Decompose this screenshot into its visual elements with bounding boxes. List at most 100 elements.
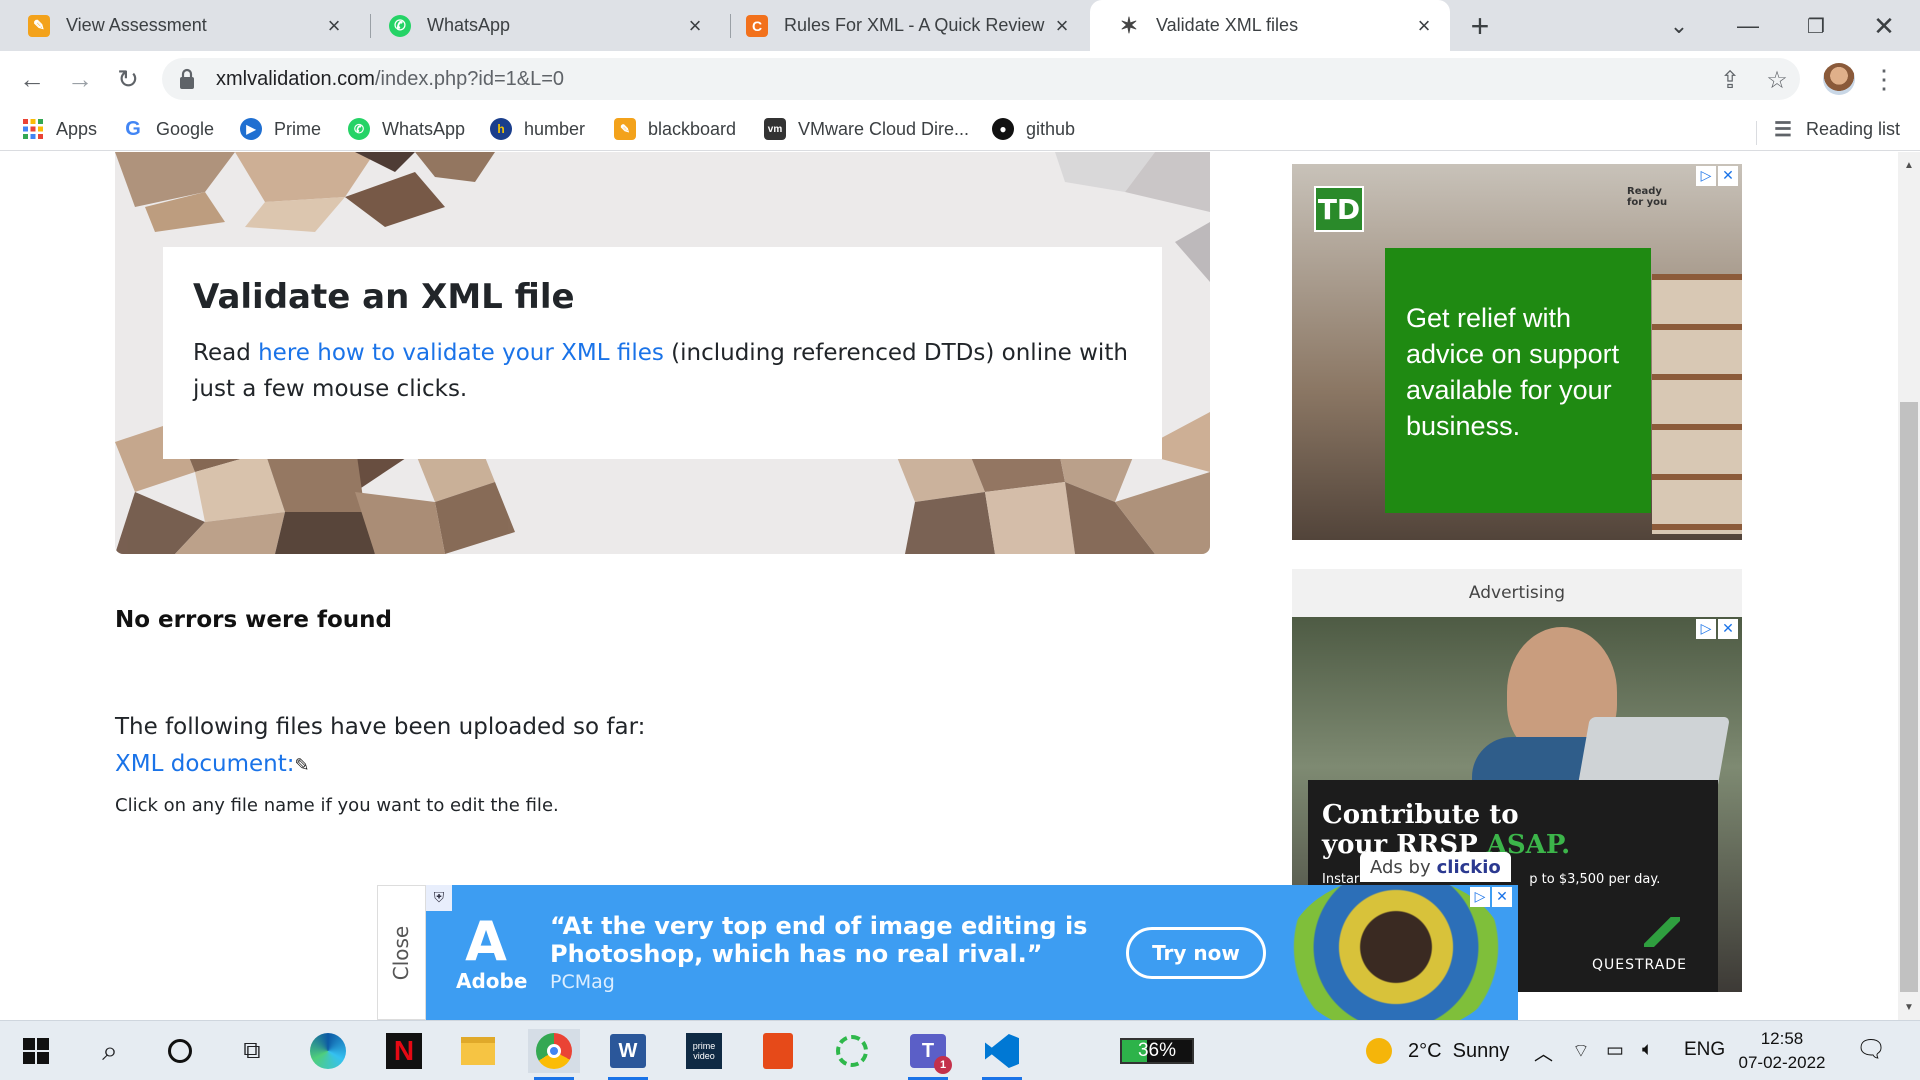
questrade-headline: Contribute to your RRSP ASAP. xyxy=(1322,800,1570,860)
td-advertisement[interactable]: TD Ready for you Get relief with advice … xyxy=(1292,164,1742,540)
ads-by-clickio[interactable]: Ads by clickio xyxy=(1360,852,1511,882)
menu-kebab-icon[interactable]: ⋮ xyxy=(1871,63,1897,95)
bookmark-github[interactable]: ● github xyxy=(992,115,1075,143)
loading-ring-icon[interactable] xyxy=(826,1029,878,1073)
star-bookmark-icon[interactable]: ☆ xyxy=(1762,65,1792,95)
notifications-icon[interactable]: 🗨︎ xyxy=(1856,1035,1886,1064)
ad-close-icon[interactable]: ✕ xyxy=(1718,166,1738,186)
bookmark-vmware[interactable]: vm VMware Cloud Dire... xyxy=(764,115,969,143)
url-host: xmlvalidation.com xyxy=(216,67,375,90)
task-view-icon[interactable]: ⧉ xyxy=(226,1029,278,1073)
bookmark-label: blackboard xyxy=(648,118,737,139)
adchoices-icon[interactable]: ▷ xyxy=(1696,166,1716,186)
adchoices-icon[interactable]: ▷ xyxy=(1470,887,1490,907)
prime-video-icon[interactable]: prime video xyxy=(678,1029,730,1073)
validation-status: No errors were found xyxy=(115,607,392,633)
tab-title: Rules For XML - A Quick Review | xyxy=(784,15,1050,35)
word-icon[interactable]: W xyxy=(602,1029,654,1080)
adobe-a-icon: A xyxy=(465,910,507,973)
chrome-icon[interactable] xyxy=(528,1029,580,1080)
back-button[interactable]: ← xyxy=(14,61,50,97)
close-icon[interactable]: × xyxy=(1412,13,1436,38)
td-ad-message: Get relief with advice on support availa… xyxy=(1385,248,1651,513)
language-indicator[interactable]: ENG xyxy=(1684,1039,1725,1061)
file-explorer-icon[interactable] xyxy=(452,1029,504,1073)
adobe-quote: “At the very top end of image editing is… xyxy=(550,912,1088,968)
bookmark-humber[interactable]: h humber xyxy=(490,115,585,143)
tab-whatsapp[interactable]: ✆ WhatsApp × xyxy=(361,0,721,51)
bookmark-label: humber xyxy=(524,118,586,139)
teams-icon[interactable]: T1 xyxy=(902,1029,954,1080)
shield-icon: ⛨ xyxy=(426,885,452,911)
new-tab-button[interactable]: + xyxy=(1462,8,1498,44)
tab-view-assessment[interactable]: ✎ View Assessment × xyxy=(0,0,360,51)
bookmarks-bar: Apps G Google ▶ Prime ✆ WhatsApp h humbe… xyxy=(0,107,1920,151)
reading-list-label: Reading list xyxy=(1806,118,1901,139)
share-icon[interactable]: ⇪ xyxy=(1715,65,1745,95)
ads-by-brand: clickio xyxy=(1436,856,1501,878)
close-icon[interactable]: × xyxy=(322,13,346,38)
bookmark-prime[interactable]: ▶ Prime xyxy=(240,115,321,143)
minimize-button[interactable]: — xyxy=(1728,8,1768,44)
reading-list-button[interactable]: ☰ Reading list xyxy=(1772,115,1900,143)
how-to-validate-link[interactable]: here how to validate your XML files xyxy=(258,340,664,366)
clock-date: 07-02-2022 xyxy=(1738,1053,1826,1072)
wifi-icon[interactable]: ⌔ xyxy=(1572,1039,1590,1063)
volume-icon[interactable]: 🔈︎ xyxy=(1642,1039,1653,1061)
close-icon[interactable]: × xyxy=(683,13,707,38)
tab-search-chevron-icon[interactable]: ⌄ xyxy=(1659,8,1699,44)
bookmark-label: github xyxy=(1026,118,1076,139)
tray-chevron-up-icon[interactable]: ︿ xyxy=(1534,1039,1553,1066)
close-icon[interactable]: × xyxy=(1050,13,1074,38)
bookmark-google[interactable]: G Google xyxy=(122,115,214,143)
apps-grid-icon xyxy=(23,119,43,139)
profile-avatar[interactable] xyxy=(1823,63,1855,95)
humber-icon: h xyxy=(490,118,512,140)
questrade-logo-icon xyxy=(1644,917,1680,947)
restore-button[interactable]: ❐ xyxy=(1796,8,1836,44)
close-window-button[interactable]: ✕ xyxy=(1864,8,1904,44)
github-icon: ● xyxy=(992,118,1014,140)
adobe-logo: A Adobe xyxy=(456,910,527,995)
cortana-icon[interactable] xyxy=(154,1029,206,1073)
start-button[interactable] xyxy=(10,1029,62,1073)
adchoices-icon[interactable]: ▷ xyxy=(1696,619,1716,639)
scrollbar-thumb[interactable] xyxy=(1900,402,1918,992)
battery-tray-icon[interactable]: ▭ xyxy=(1606,1039,1624,1062)
bookmark-label: Apps xyxy=(56,118,98,139)
ad-close-icon[interactable]: ✕ xyxy=(1492,887,1512,907)
bookmark-label: Google xyxy=(156,118,215,139)
bookmark-apps[interactable]: Apps xyxy=(22,115,97,143)
tab-validate-xml[interactable]: ✶ Validate XML files × xyxy=(1090,0,1450,51)
search-icon[interactable]: ⌕ xyxy=(84,1029,136,1073)
scroll-up-arrow-icon[interactable]: ▲ xyxy=(1898,156,1920,174)
page-content: Validate an XML file Read here how to va… xyxy=(0,152,1898,1020)
edge-icon[interactable] xyxy=(302,1029,354,1073)
whatsapp-icon: ✆ xyxy=(389,14,411,37)
bookmark-whatsapp[interactable]: ✆ WhatsApp xyxy=(348,115,465,143)
address-bar[interactable]: xmlvalidation.com/index.php?id=1&L=0 xyxy=(162,58,1800,100)
scroll-down-arrow-icon[interactable]: ▼ xyxy=(1898,998,1920,1016)
office-icon[interactable] xyxy=(752,1029,804,1073)
adobe-quote-source: PCMag xyxy=(550,971,615,993)
uploaded-files-heading: The following files have been uploaded s… xyxy=(115,714,646,740)
ad-close-icon[interactable]: ✕ xyxy=(1718,619,1738,639)
xml-document-link[interactable]: XML document:✎ xyxy=(115,751,310,777)
pencil-icon: ✎ xyxy=(28,14,50,37)
reload-button[interactable]: ↻ xyxy=(110,61,146,97)
weather-widget[interactable]: 2°C Sunny xyxy=(1366,1037,1509,1065)
xml-document-label: XML document: xyxy=(115,751,295,777)
tab-title: View Assessment xyxy=(66,15,207,35)
adobe-advertisement[interactable]: ⛨ A Adobe “At the very top end of image … xyxy=(426,885,1518,1020)
netflix-icon[interactable]: N xyxy=(378,1029,430,1073)
sun-icon xyxy=(1366,1038,1392,1064)
bookmark-blackboard[interactable]: ✎ blackboard xyxy=(614,115,736,143)
tab-rules-for-xml[interactable]: C Rules For XML - A Quick Review | × xyxy=(718,0,1088,51)
vscode-icon[interactable] xyxy=(976,1029,1028,1080)
battery-widget[interactable]: 36% xyxy=(1120,1038,1194,1064)
try-now-button[interactable]: Try now xyxy=(1126,927,1266,979)
forward-button[interactable]: → xyxy=(62,61,98,97)
advertising-label: Advertising xyxy=(1292,569,1742,617)
adobe-ad-close-button[interactable]: Close xyxy=(377,885,426,1020)
clock[interactable]: 12:58 07-02-2022 xyxy=(1736,1027,1828,1075)
